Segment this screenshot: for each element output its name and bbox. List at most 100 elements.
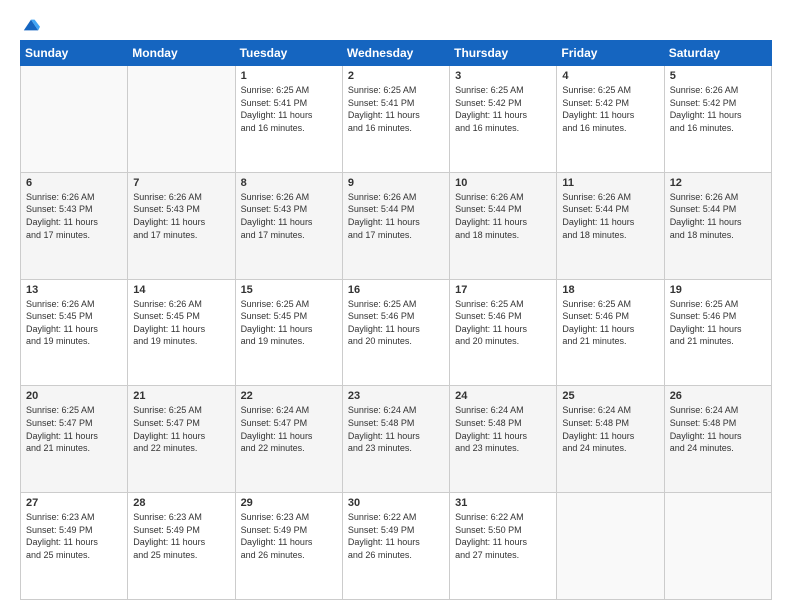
day-number: 5 <box>670 70 766 82</box>
day-number: 6 <box>26 177 122 189</box>
calendar-cell: 6 Sunrise: 6:26 AMSunset: 5:43 PMDaylight… <box>21 172 128 279</box>
day-number: 12 <box>670 177 766 189</box>
day-number: 18 <box>562 284 658 296</box>
calendar-week-row: 13 Sunrise: 6:26 AMSunset: 5:45 PMDayligh… <box>21 279 772 386</box>
calendar-cell: 10 Sunrise: 6:26 AMSunset: 5:44 PMDayligh… <box>450 172 557 279</box>
day-info: Sunrise: 6:25 AMSunset: 5:46 PMDaylight:… <box>348 298 444 348</box>
calendar-week-row: 1 Sunrise: 6:25 AMSunset: 5:41 PMDaylight… <box>21 66 772 173</box>
calendar-cell: 8 Sunrise: 6:26 AMSunset: 5:43 PMDaylight… <box>235 172 342 279</box>
day-info: Sunrise: 6:26 AMSunset: 5:44 PMDaylight:… <box>455 191 551 241</box>
day-number: 20 <box>26 390 122 402</box>
calendar-cell: 29 Sunrise: 6:23 AMSunset: 5:49 PMDayligh… <box>235 493 342 600</box>
day-number: 10 <box>455 177 551 189</box>
day-info: Sunrise: 6:25 AMSunset: 5:47 PMDaylight:… <box>26 404 122 454</box>
day-number: 28 <box>133 497 229 509</box>
calendar-cell: 5 Sunrise: 6:26 AMSunset: 5:42 PMDaylight… <box>664 66 771 173</box>
calendar-day-header: Tuesday <box>235 41 342 66</box>
calendar-cell: 26Sunrise: 6:24 AMSunset: 5:48 PMDayligh… <box>664 386 771 493</box>
day-info: Sunrise: 6:24 AMSunset: 5:47 PMDaylight:… <box>241 404 337 454</box>
day-info: Sunrise: 6:26 AMSunset: 5:43 PMDaylight:… <box>26 191 122 241</box>
day-number: 17 <box>455 284 551 296</box>
calendar-cell: 2Sunrise: 6:25 AMSunset: 5:41 PMDaylight… <box>342 66 449 173</box>
day-info: Sunrise: 6:26 AMSunset: 5:43 PMDaylight:… <box>133 191 229 241</box>
day-info: Sunrise: 6:25 AMSunset: 5:46 PMDaylight:… <box>670 298 766 348</box>
day-info: Sunrise: 6:24 AMSunset: 5:48 PMDaylight:… <box>455 404 551 454</box>
day-number: 23 <box>348 390 444 402</box>
calendar-day-header: Friday <box>557 41 664 66</box>
day-info: Sunrise: 6:24 AMSunset: 5:48 PMDaylight:… <box>348 404 444 454</box>
day-info: Sunrise: 6:25 AMSunset: 5:41 PMDaylight:… <box>348 84 444 134</box>
day-number: 25 <box>562 390 658 402</box>
day-info: Sunrise: 6:25 AMSunset: 5:42 PMDaylight:… <box>455 84 551 134</box>
day-info: Sunrise: 6:26 AMSunset: 5:44 PMDaylight:… <box>562 191 658 241</box>
day-number: 27 <box>26 497 122 509</box>
day-info: Sunrise: 6:25 AMSunset: 5:47 PMDaylight:… <box>133 404 229 454</box>
calendar-week-row: 20 Sunrise: 6:25 AMSunset: 5:47 PMDayligh… <box>21 386 772 493</box>
calendar-cell: 12Sunrise: 6:26 AMSunset: 5:44 PMDayligh… <box>664 172 771 279</box>
calendar-cell: 31Sunrise: 6:22 AMSunset: 5:50 PMDayligh… <box>450 493 557 600</box>
day-number: 3 <box>455 70 551 82</box>
calendar-week-row: 27 Sunrise: 6:23 AMSunset: 5:49 PMDayligh… <box>21 493 772 600</box>
day-number: 7 <box>133 177 229 189</box>
calendar-cell: 23 Sunrise: 6:24 AMSunset: 5:48 PMDayligh… <box>342 386 449 493</box>
calendar-cell: 13 Sunrise: 6:26 AMSunset: 5:45 PMDayligh… <box>21 279 128 386</box>
calendar-cell <box>128 66 235 173</box>
calendar-cell <box>557 493 664 600</box>
logo-icon <box>22 16 40 34</box>
day-info: Sunrise: 6:22 AMSunset: 5:50 PMDaylight:… <box>455 511 551 561</box>
calendar-cell: 30 Sunrise: 6:22 AMSunset: 5:49 PMDayligh… <box>342 493 449 600</box>
day-number: 24 <box>455 390 551 402</box>
calendar-cell: 11 Sunrise: 6:26 AMSunset: 5:44 PMDayligh… <box>557 172 664 279</box>
day-info: Sunrise: 6:23 AMSunset: 5:49 PMDaylight:… <box>241 511 337 561</box>
calendar-cell: 7 Sunrise: 6:26 AMSunset: 5:43 PMDaylight… <box>128 172 235 279</box>
calendar-day-header: Wednesday <box>342 41 449 66</box>
day-info: Sunrise: 6:24 AMSunset: 5:48 PMDaylight:… <box>562 404 658 454</box>
calendar-day-header: Sunday <box>21 41 128 66</box>
day-info: Sunrise: 6:25 AMSunset: 5:42 PMDaylight:… <box>562 84 658 134</box>
day-number: 4 <box>562 70 658 82</box>
calendar-day-header: Thursday <box>450 41 557 66</box>
calendar-cell <box>664 493 771 600</box>
calendar-day-header: Saturday <box>664 41 771 66</box>
calendar-cell: 18 Sunrise: 6:25 AMSunset: 5:46 PMDayligh… <box>557 279 664 386</box>
calendar-week-row: 6 Sunrise: 6:26 AMSunset: 5:43 PMDaylight… <box>21 172 772 279</box>
calendar-cell: 22 Sunrise: 6:24 AMSunset: 5:47 PMDayligh… <box>235 386 342 493</box>
calendar-day-header: Monday <box>128 41 235 66</box>
day-number: 15 <box>241 284 337 296</box>
day-info: Sunrise: 6:25 AMSunset: 5:46 PMDaylight:… <box>455 298 551 348</box>
calendar-cell <box>21 66 128 173</box>
calendar-cell: 9Sunrise: 6:26 AMSunset: 5:44 PMDaylight… <box>342 172 449 279</box>
calendar-cell: 17 Sunrise: 6:25 AMSunset: 5:46 PMDayligh… <box>450 279 557 386</box>
day-number: 11 <box>562 177 658 189</box>
day-number: 30 <box>348 497 444 509</box>
header <box>20 16 772 30</box>
day-info: Sunrise: 6:26 AMSunset: 5:42 PMDaylight:… <box>670 84 766 134</box>
calendar-cell: 21Sunrise: 6:25 AMSunset: 5:47 PMDayligh… <box>128 386 235 493</box>
day-number: 19 <box>670 284 766 296</box>
day-info: Sunrise: 6:26 AMSunset: 5:45 PMDaylight:… <box>26 298 122 348</box>
calendar-cell: 19 Sunrise: 6:25 AMSunset: 5:46 PMDayligh… <box>664 279 771 386</box>
day-info: Sunrise: 6:25 AMSunset: 5:41 PMDaylight:… <box>241 84 337 134</box>
day-info: Sunrise: 6:23 AMSunset: 5:49 PMDaylight:… <box>26 511 122 561</box>
day-number: 29 <box>241 497 337 509</box>
day-number: 16 <box>348 284 444 296</box>
day-number: 14 <box>133 284 229 296</box>
day-number: 26 <box>670 390 766 402</box>
day-number: 8 <box>241 177 337 189</box>
day-info: Sunrise: 6:25 AMSunset: 5:45 PMDaylight:… <box>241 298 337 348</box>
day-info: Sunrise: 6:22 AMSunset: 5:49 PMDaylight:… <box>348 511 444 561</box>
calendar-cell: 16 Sunrise: 6:25 AMSunset: 5:46 PMDayligh… <box>342 279 449 386</box>
day-info: Sunrise: 6:26 AMSunset: 5:43 PMDaylight:… <box>241 191 337 241</box>
calendar-cell: 1 Sunrise: 6:25 AMSunset: 5:41 PMDaylight… <box>235 66 342 173</box>
day-info: Sunrise: 6:25 AMSunset: 5:46 PMDaylight:… <box>562 298 658 348</box>
day-number: 13 <box>26 284 122 296</box>
logo <box>20 16 40 30</box>
calendar-table: SundayMondayTuesdayWednesdayThursdayFrid… <box>20 40 772 600</box>
day-info: Sunrise: 6:23 AMSunset: 5:49 PMDaylight:… <box>133 511 229 561</box>
day-number: 1 <box>241 70 337 82</box>
calendar-cell: 25 Sunrise: 6:24 AMSunset: 5:48 PMDayligh… <box>557 386 664 493</box>
calendar-cell: 3 Sunrise: 6:25 AMSunset: 5:42 PMDaylight… <box>450 66 557 173</box>
day-number: 22 <box>241 390 337 402</box>
calendar-cell: 14Sunrise: 6:26 AMSunset: 5:45 PMDayligh… <box>128 279 235 386</box>
calendar-cell: 24 Sunrise: 6:24 AMSunset: 5:48 PMDayligh… <box>450 386 557 493</box>
